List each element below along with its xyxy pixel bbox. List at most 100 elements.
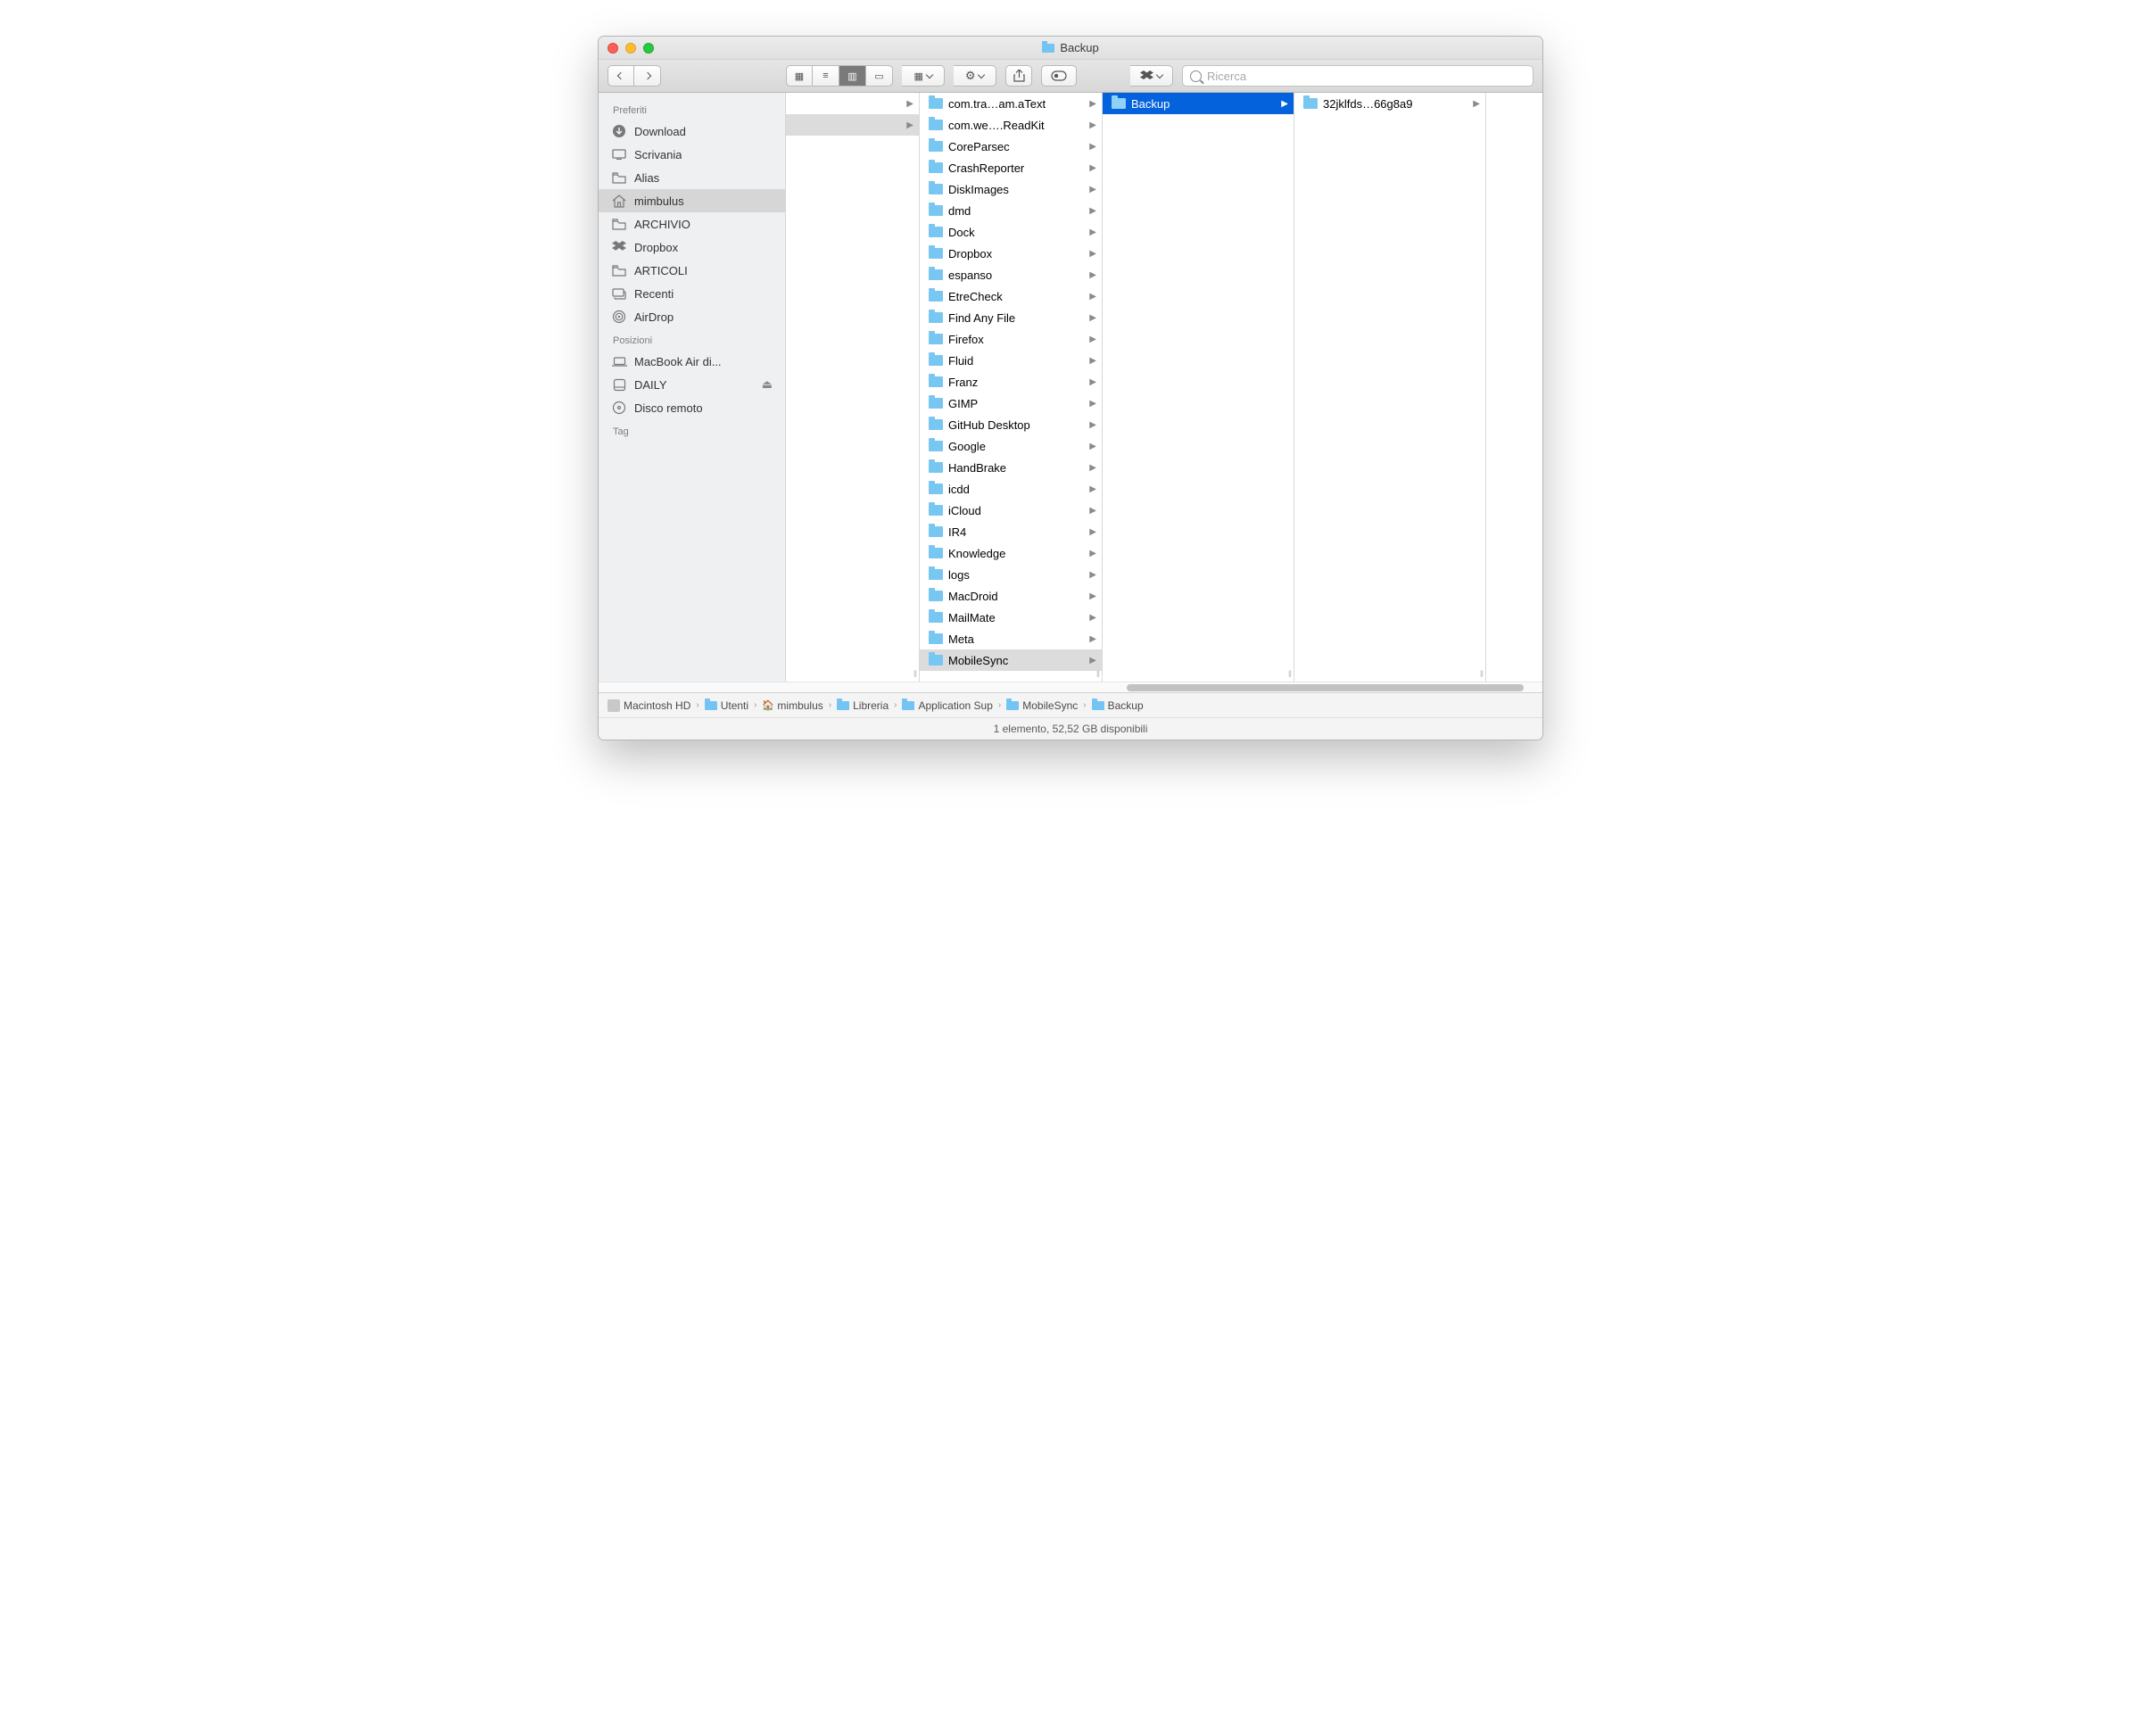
- folder-icon: [611, 170, 627, 185]
- sidebar-item[interactable]: Recenti: [599, 282, 785, 305]
- chevron-right-icon: ▶: [1089, 270, 1096, 280]
- column-resize-handle[interactable]: ‖: [1288, 670, 1292, 680]
- list-item[interactable]: logs▶: [920, 564, 1102, 585]
- column-resize-handle[interactable]: ‖: [1480, 670, 1484, 680]
- breadcrumb[interactable]: Backup: [1092, 699, 1144, 712]
- folder-icon: [929, 227, 943, 237]
- folder-icon: [929, 162, 943, 173]
- sidebar-item[interactable]: Disco remoto: [599, 396, 785, 419]
- list-item[interactable]: 32jklfds…66g8a9▶: [1294, 93, 1485, 114]
- breadcrumb[interactable]: Libreria: [837, 699, 889, 712]
- list-item[interactable]: HandBrake▶: [920, 457, 1102, 478]
- list-item[interactable]: CrashReporter▶: [920, 157, 1102, 178]
- chevron-right-icon: ▶: [1089, 506, 1096, 516]
- list-item[interactable]: IR4▶: [920, 521, 1102, 542]
- list-item[interactable]: dmd▶: [920, 200, 1102, 221]
- breadcrumb[interactable]: Macintosh HD: [608, 699, 690, 712]
- folder-icon: [929, 462, 943, 473]
- list-item[interactable]: GitHub Desktop▶: [920, 414, 1102, 435]
- column: com.tra…am.aText▶com.we….ReadKit▶CorePar…: [920, 93, 1103, 682]
- breadcrumb[interactable]: Application Sup: [902, 699, 992, 712]
- chevron-right-icon: ▶: [1089, 142, 1096, 152]
- list-item[interactable]: Franz▶: [920, 371, 1102, 393]
- scrollbar-thumb[interactable]: [1127, 684, 1523, 691]
- chevron-right-icon: ▶: [1089, 442, 1096, 451]
- sidebar-item[interactable]: AirDrop: [599, 305, 785, 328]
- list-view-button[interactable]: ≡: [813, 65, 839, 87]
- chevron-right-icon: ▶: [1089, 613, 1096, 623]
- column-resize-handle[interactable]: ‖: [913, 670, 917, 680]
- list-item[interactable]: Google▶: [920, 435, 1102, 457]
- forward-button[interactable]: [634, 65, 661, 87]
- list-item[interactable]: icdd▶: [920, 478, 1102, 500]
- search-input[interactable]: [1207, 70, 1525, 83]
- list-item[interactable]: Find Any File▶: [920, 307, 1102, 328]
- item-label: MacDroid: [948, 590, 1084, 603]
- chevron-right-icon: ▶: [906, 99, 913, 109]
- list-item[interactable]: iCloud▶: [920, 500, 1102, 521]
- share-button[interactable]: [1005, 65, 1032, 87]
- item-label: Franz: [948, 376, 1084, 389]
- list-item[interactable]: com.we….ReadKit▶: [920, 114, 1102, 136]
- group-button[interactable]: ▦: [902, 65, 945, 87]
- breadcrumb-separator: ›: [694, 700, 700, 710]
- search-field[interactable]: [1182, 65, 1533, 87]
- list-item[interactable]: MobileSync▶: [920, 649, 1102, 671]
- horizontal-scrollbar[interactable]: [599, 682, 1542, 692]
- list-item[interactable]: MacDroid▶: [920, 585, 1102, 607]
- icon-view-button[interactable]: ▦: [786, 65, 813, 87]
- folder-icon: [929, 248, 943, 259]
- list-item[interactable]: Dropbox▶: [920, 243, 1102, 264]
- action-button[interactable]: ⚙: [954, 65, 996, 87]
- finder-window: Backup ▦ ≡ ▥ ▭ ▦ ⚙: [598, 36, 1543, 740]
- list-item[interactable]: Firefox▶: [920, 328, 1102, 350]
- sidebar-item[interactable]: Scrivania: [599, 143, 785, 166]
- sidebar-item[interactable]: Dropbox: [599, 236, 785, 259]
- list-item[interactable]: MailMate▶: [920, 607, 1102, 628]
- list-item[interactable]: ▶: [786, 114, 919, 136]
- breadcrumb[interactable]: MobileSync: [1006, 699, 1078, 712]
- list-item[interactable]: Dock▶: [920, 221, 1102, 243]
- sidebar-item[interactable]: MacBook Air di...: [599, 350, 785, 373]
- folder-icon: [1303, 98, 1318, 109]
- list-item[interactable]: espanso▶: [920, 264, 1102, 285]
- dropbox-button[interactable]: [1130, 65, 1173, 87]
- list-item[interactable]: Knowledge▶: [920, 542, 1102, 564]
- sidebar-item-label: Download: [634, 125, 686, 138]
- column-resize-handle[interactable]: ‖: [1096, 670, 1100, 680]
- sidebar-item[interactable]: Download: [599, 120, 785, 143]
- list-item[interactable]: GIMP▶: [920, 393, 1102, 414]
- list-item[interactable]: CoreParsec▶: [920, 136, 1102, 157]
- folder-icon: [929, 334, 943, 344]
- breadcrumb-label: Libreria: [853, 699, 889, 712]
- list-item[interactable]: Backup▶: [1103, 93, 1294, 114]
- sidebar-item[interactable]: DAILY⏏: [599, 373, 785, 396]
- list-item[interactable]: DiskImages▶: [920, 178, 1102, 200]
- chevron-right-icon: ▶: [1089, 163, 1096, 173]
- desktop-icon: [611, 147, 627, 161]
- sidebar-item[interactable]: Alias: [599, 166, 785, 189]
- sidebar-item[interactable]: ARTICOLI: [599, 259, 785, 282]
- list-item[interactable]: EtreCheck▶: [920, 285, 1102, 307]
- list-item[interactable]: com.tra…am.aText▶: [920, 93, 1102, 114]
- breadcrumb-separator: ›: [827, 700, 833, 710]
- item-label: IR4: [948, 525, 1084, 539]
- column-view-button[interactable]: ▥: [839, 65, 866, 87]
- chevron-right-icon: ▶: [1089, 249, 1096, 259]
- column-browser: ▶▶‖com.tra…am.aText▶com.we….ReadKit▶Core…: [786, 93, 1542, 682]
- tag-button[interactable]: [1041, 65, 1077, 87]
- breadcrumb[interactable]: Utenti: [705, 699, 748, 712]
- folder-icon: [929, 291, 943, 302]
- eject-icon[interactable]: ⏏: [762, 377, 773, 392]
- back-button[interactable]: [608, 65, 634, 87]
- column: Backup▶ ‖: [1103, 93, 1294, 682]
- breadcrumb[interactable]: 🏠mimbulus: [762, 699, 823, 712]
- chevron-right-icon: ▶: [1089, 463, 1096, 473]
- sidebar-item[interactable]: mimbulus: [599, 189, 785, 212]
- gallery-view-button[interactable]: ▭: [866, 65, 893, 87]
- list-item[interactable]: ▶: [786, 93, 919, 114]
- sidebar-item[interactable]: ARCHIVIO: [599, 212, 785, 236]
- list-item[interactable]: Meta▶: [920, 628, 1102, 649]
- list-item[interactable]: Fluid▶: [920, 350, 1102, 371]
- action-menu: ⚙: [954, 65, 996, 87]
